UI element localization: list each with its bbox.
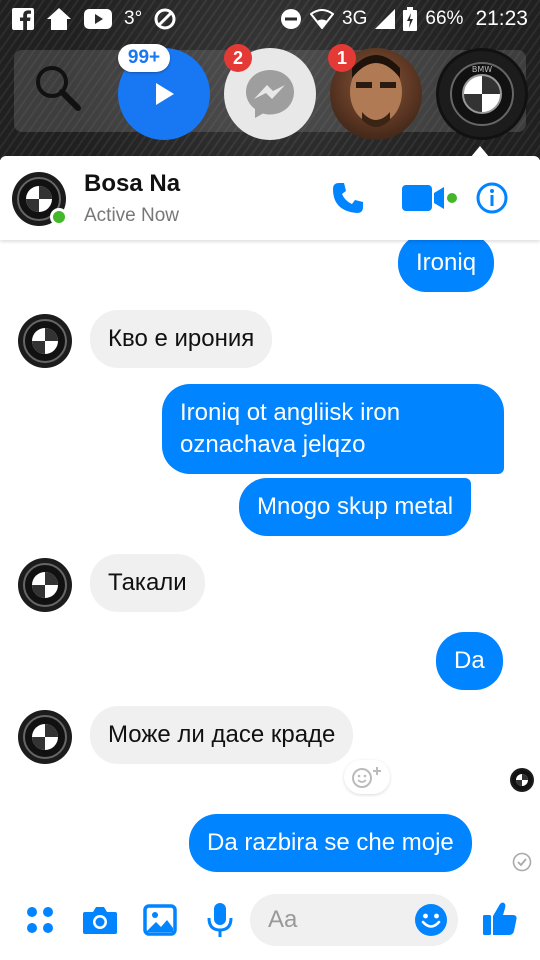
- add-reaction-icon: [352, 767, 381, 788]
- message-text: Кво е ирония: [108, 325, 255, 352]
- wifi-icon: [310, 9, 335, 29]
- video-unread-badge: 99+: [118, 44, 170, 72]
- contact-name[interactable]: Bosa Na: [84, 170, 180, 198]
- gallery-button[interactable]: [140, 900, 180, 940]
- conversation-header: Bosa Na Active Now: [0, 156, 540, 240]
- message-text: Ironiq: [416, 249, 477, 276]
- play-icon: [156, 83, 174, 105]
- chat-heads-overlay: 3° 3G 66% 21:23 BMW 99+ 2 1: [0, 0, 540, 160]
- bmw-logo-icon: [23, 715, 67, 759]
- signal-icon: [375, 9, 396, 29]
- status-bar: 3° 3G 66% 21:23: [0, 0, 540, 38]
- search-icon[interactable]: [32, 62, 84, 119]
- network-type: 3G: [342, 8, 368, 29]
- message-text: Такали: [108, 569, 187, 596]
- message-bubble-incoming[interactable]: Кво е ирония: [90, 310, 273, 368]
- facebook-icon: [12, 8, 34, 30]
- message-bubble-outgoing[interactable]: Da: [436, 632, 503, 690]
- battery-icon: [403, 7, 418, 31]
- message-bubble-incoming[interactable]: Може ли дасе краде: [90, 706, 354, 764]
- do-not-disturb-icon: [154, 8, 176, 30]
- contact-message-avatar[interactable]: [18, 558, 72, 612]
- conversation-info-button[interactable]: [474, 178, 510, 218]
- voice-call-button[interactable]: [330, 178, 366, 218]
- contact-message-avatar[interactable]: [18, 314, 72, 368]
- voice-message-button[interactable]: [200, 900, 240, 940]
- grid-dots-icon: [27, 907, 53, 933]
- camera-icon: [83, 907, 117, 934]
- info-icon: [476, 182, 508, 214]
- youtube-icon: [84, 9, 112, 29]
- bmw-logo-icon: [512, 770, 532, 790]
- clock: 21:23: [475, 7, 528, 30]
- message-input[interactable]: Aa: [250, 894, 458, 946]
- microphone-icon: [207, 903, 233, 937]
- video-call-button[interactable]: [400, 178, 460, 218]
- battery-percent: 66%: [425, 8, 464, 29]
- emoji-button[interactable]: [414, 903, 448, 937]
- image-icon: [143, 904, 177, 936]
- messenger-unread-badge: 2: [224, 44, 252, 72]
- bmw-logo-icon: BMW: [450, 62, 514, 126]
- camera-button[interactable]: [80, 900, 120, 940]
- message-bubble-incoming[interactable]: Такали: [90, 554, 205, 612]
- person-unread-badge: 1: [328, 44, 356, 72]
- message-text: Може ли дасе краде: [108, 721, 336, 748]
- message-text-line: oznachava jelqzo: [180, 431, 366, 458]
- bmw-logo-icon: [23, 319, 67, 363]
- message-bubble-outgoing[interactable]: Ironiq: [398, 234, 495, 292]
- thumbs-up-icon: [483, 902, 517, 935]
- svg-text:BMW: BMW: [472, 65, 492, 74]
- contact-status: Active Now: [84, 205, 180, 226]
- seen-by-avatar: [510, 768, 534, 792]
- more-actions-button[interactable]: [20, 900, 60, 940]
- sent-check-icon: [512, 852, 532, 872]
- home-icon: [46, 7, 72, 31]
- message-bubble-outgoing[interactable]: Ironiq ot angliisk iron oznachava jelqzo: [162, 384, 504, 474]
- like-button[interactable]: [480, 898, 520, 938]
- message-bubble-outgoing[interactable]: Da razbira se che moje: [189, 814, 472, 872]
- minus-circle-icon: [280, 8, 302, 30]
- messenger-icon: [246, 70, 294, 118]
- message-text-line: Ironiq ot angliisk iron: [180, 399, 401, 426]
- message-composer: Aa: [0, 880, 540, 960]
- add-reaction-button[interactable]: [344, 760, 390, 794]
- bmw-contact-chathead[interactable]: BMW: [436, 48, 528, 140]
- message-bubble-outgoing[interactable]: Mnogo skup metal: [239, 478, 472, 536]
- weather-temperature: 3°: [124, 8, 143, 29]
- message-input-placeholder: Aa: [268, 906, 298, 933]
- message-text: Da razbira se che moje: [207, 829, 454, 856]
- contact-message-avatar[interactable]: [18, 710, 72, 764]
- video-camera-icon: [402, 185, 457, 211]
- message-list[interactable]: Ironiq Кво е ирония Ironiq ot angliisk i…: [0, 234, 540, 880]
- message-text: Da: [454, 647, 485, 674]
- smiley-icon: [415, 904, 447, 936]
- bmw-logo-icon: [23, 563, 67, 607]
- online-indicator: [50, 208, 68, 226]
- message-text: Mnogo skup metal: [257, 493, 454, 520]
- phone-icon: [333, 183, 363, 213]
